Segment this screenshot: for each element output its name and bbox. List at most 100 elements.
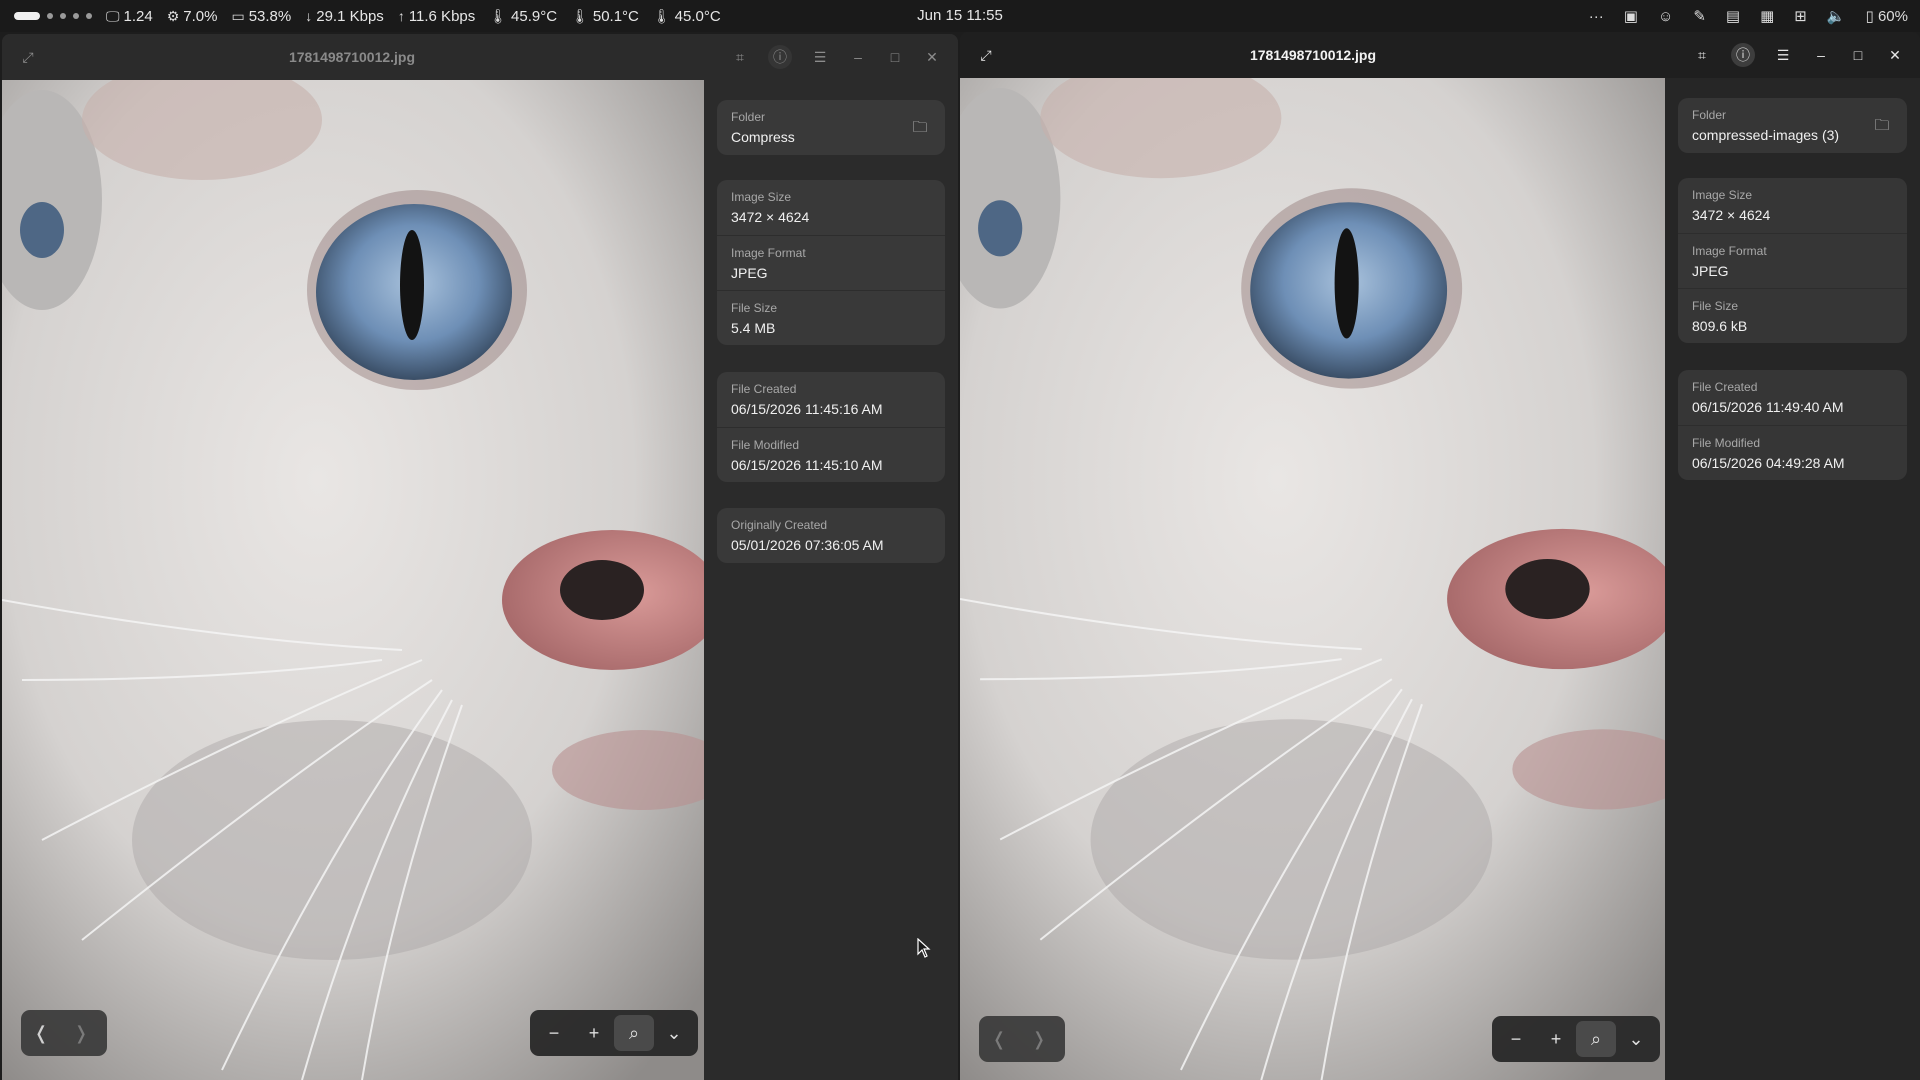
window-title: 1781498710012.jpg (1249, 47, 1377, 63)
header-bar: ⤢ 1781498710012.jpg ⌗ ⓘ ☰ – □ ✕ (2, 34, 958, 80)
volume-icon[interactable]: 🔈 (1827, 7, 1846, 25)
crop-icon[interactable]: ⌗ (1690, 43, 1714, 67)
workspace-dot[interactable] (47, 13, 53, 19)
workspace-indicator[interactable] (14, 12, 92, 20)
minimize-icon[interactable]: – (1809, 43, 1833, 67)
menu-icon[interactable]: ☰ (1771, 43, 1795, 67)
zoom-menu-chevron-down-icon[interactable]: ⌄ (654, 1015, 694, 1051)
thermometer-icon: 🌡 (652, 7, 671, 24)
zoom-in-button[interactable]: + (574, 1015, 614, 1051)
zoom-out-button[interactable]: − (534, 1015, 574, 1051)
zoom-menu-chevron-down-icon[interactable]: ⌄ (1616, 1021, 1656, 1057)
upload-value: 11.6 Kbps (408, 7, 476, 25)
color-picker-icon[interactable]: ✎ (1693, 7, 1706, 25)
thermometer-icon: 🌡 (571, 7, 589, 24)
file-created-row: File Created 06/15/2026 11:49:40 AM (1678, 370, 1907, 425)
image-viewer-window-original: ⤢ 1781498710012.jpg ⌗ ⓘ ☰ – □ ✕ ❬ ❭ − + … (2, 34, 958, 1080)
workspace-dot[interactable] (73, 13, 79, 19)
temp-value: 45.9°C (511, 7, 558, 25)
file-size-row: File Size 809.6 kB (1678, 288, 1907, 343)
originally-created-label: Originally Created (731, 518, 828, 532)
file-size-label: File Size (731, 301, 778, 315)
workspace-dot[interactable] (60, 13, 66, 19)
menu-icon[interactable]: ☰ (808, 45, 832, 69)
close-icon[interactable]: ✕ (920, 45, 944, 69)
image-size-row: Image Size 3472 × 4624 (717, 180, 945, 235)
zoom-fit-button[interactable]: ⌕ (614, 1015, 654, 1051)
file-dates-card: File Created 06/15/2026 11:49:40 AM File… (1678, 370, 1907, 480)
folder-value: compressed-images (3) (1692, 127, 1840, 143)
thermometer-icon: 🌡 (489, 7, 508, 24)
memory-stat: ▭ 53.8% (231, 8, 291, 25)
zoom-controls: − + ⌕ ⌄ (1492, 1016, 1660, 1062)
temp-value: 50.1°C (592, 7, 639, 25)
next-image-button[interactable]: ❭ (1019, 1016, 1059, 1062)
monitor-icon: 🖵 (106, 7, 120, 24)
top-bar: 🖵 1.24 ⚙ 7.0% ▭ 53.8% ↓ 29.1 Kbps ↑ 11.6 Kbps… (0, 0, 1920, 32)
battery-status[interactable]: ▯ 60% (1866, 7, 1908, 25)
download-arrow-icon: ↓ (305, 8, 313, 24)
clock[interactable]: Jun 15 11:55 (917, 7, 1003, 24)
workspace-dot[interactable] (86, 13, 92, 19)
folder-label: Folder (731, 110, 766, 124)
battery-percent: 60% (1877, 8, 1908, 25)
mouse-pointer-icon (917, 938, 931, 958)
file-size-label: File Size (1692, 299, 1739, 313)
temp-stat: 🌡 45.0°C (653, 8, 721, 25)
file-modified-row: File Modified 06/15/2026 04:49:28 AM (1678, 425, 1907, 480)
folder-row: Folder compressed-images (3) 🗀 (1678, 98, 1907, 153)
file-modified-value: 06/15/2026 04:49:28 AM (1692, 455, 1845, 471)
folder-value: Compress (731, 129, 795, 145)
image-format-row: Image Format JPEG (717, 235, 945, 290)
screen-icon[interactable]: ▣ (1624, 7, 1638, 25)
properties-panel: Folder Compress 🗀 Image Size 3472 × 4624… (704, 80, 958, 1080)
minimize-icon[interactable]: – (846, 45, 870, 69)
info-icon[interactable]: ⓘ (1731, 43, 1755, 67)
navigation-controls: ❬ ❭ (21, 1010, 107, 1056)
image-viewer-window-compressed: ⤢ 1781498710012.jpg ⌗ ⓘ ☰ – □ ✕ ❬ ❭ − + … (960, 32, 1920, 1080)
image-canvas[interactable] (960, 78, 1665, 1080)
image-size-label: Image Size (731, 190, 792, 204)
crop-icon[interactable]: ⌗ (728, 45, 752, 69)
image-format-value: JPEG (731, 265, 768, 281)
originally-created-value: 05/01/2026 07:36:05 AM (731, 537, 884, 553)
file-created-row: File Created 06/15/2026 11:45:16 AM (717, 372, 945, 427)
zoom-out-button[interactable]: − (1496, 1021, 1536, 1057)
clipboard-icon[interactable]: ▤ (1726, 7, 1740, 25)
file-created-label: File Created (731, 382, 797, 396)
file-size-value: 5.4 MB (731, 320, 776, 336)
open-folder-icon[interactable]: 🗀 (1871, 115, 1893, 135)
temp-stat: 🌡 45.9°C (489, 8, 557, 25)
next-image-button[interactable]: ❭ (61, 1010, 101, 1056)
previous-image-button[interactable]: ❬ (979, 1016, 1019, 1062)
info-icon[interactable]: ⓘ (768, 45, 792, 69)
network-icon[interactable]: ⊞ (1794, 7, 1807, 25)
image-size-label: Image Size (1692, 188, 1753, 202)
battery-icon: ▯ (1865, 8, 1874, 25)
active-workspace[interactable] (14, 12, 40, 20)
open-folder-icon[interactable]: 🗀 (909, 117, 931, 137)
tiling-layout-icon[interactable]: ▦ (1760, 7, 1774, 25)
image-canvas[interactable] (2, 80, 704, 1080)
folder-label: Folder (1692, 108, 1727, 122)
maximize-icon[interactable]: □ (883, 45, 907, 69)
previous-image-button[interactable]: ❬ (21, 1010, 61, 1056)
memory-value: 53.8% (248, 7, 292, 25)
close-icon[interactable]: ✕ (1883, 43, 1907, 67)
overflow-menu-icon[interactable]: ··· (1589, 8, 1604, 25)
file-size-row: File Size 5.4 MB (717, 290, 945, 345)
zoom-fit-button[interactable]: ⌕ (1576, 1021, 1616, 1057)
image-size-row: Image Size 3472 × 4624 (1678, 178, 1907, 233)
emoji-icon[interactable]: ☺ (1658, 8, 1673, 25)
zoom-in-button[interactable]: + (1536, 1021, 1576, 1057)
download-stat: ↓ 29.1 Kbps (305, 8, 384, 25)
cat-photo (2, 80, 704, 1080)
temp-stat: 🌡 50.1°C (571, 8, 639, 25)
image-size-value: 3472 × 4624 (731, 209, 810, 225)
file-modified-value: 06/15/2026 11:45:10 AM (731, 457, 883, 473)
originally-created-row: Originally Created 05/01/2026 07:36:05 A… (717, 508, 945, 563)
window-title: 1781498710012.jpg (288, 49, 416, 65)
image-size-value: 3472 × 4624 (1692, 207, 1771, 223)
file-modified-row: File Modified 06/15/2026 11:45:10 AM (717, 427, 945, 482)
maximize-icon[interactable]: □ (1846, 43, 1870, 67)
